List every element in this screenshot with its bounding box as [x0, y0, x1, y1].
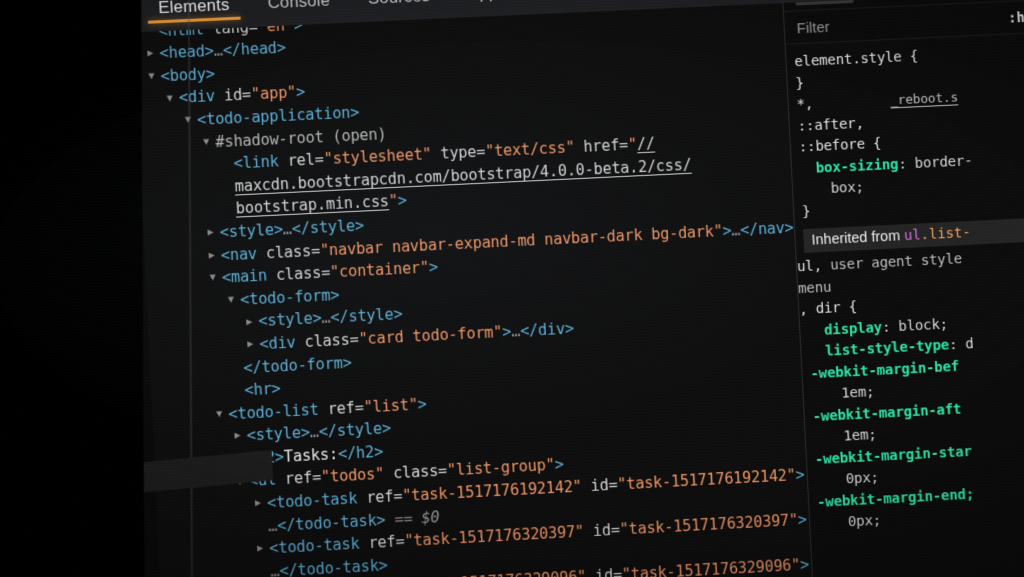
hover-state-toggle[interactable]: :hov: [1008, 9, 1024, 26]
expand-triangle-icon[interactable]: [147, 43, 160, 66]
collapse-triangle-icon[interactable]: [148, 65, 161, 88]
monitor-screen: U ElementsConsoleSourcesApplicationNetwo…: [0, 0, 1024, 577]
no-twisty-icon: [258, 572, 270, 573]
collapse-triangle-icon[interactable]: [209, 267, 222, 290]
collapse-triangle-icon[interactable]: [184, 109, 197, 132]
styles-filter-input[interactable]: Filter: [796, 11, 1001, 36]
photo-dark-bezel: [0, 0, 145, 577]
collapse-triangle-icon[interactable]: [203, 131, 216, 154]
dom-node-markup: <head>…</head>: [159, 38, 287, 63]
styles-tab-computed[interactable]: Computed: [858, 0, 945, 2]
no-twisty-icon: [256, 526, 268, 527]
no-twisty-icon: [223, 187, 235, 188]
no-twisty-icon: [232, 391, 244, 392]
screenshot-stage: U ElementsConsoleSourcesApplicationNetwo…: [0, 0, 1024, 577]
expand-triangle-icon[interactable]: [208, 244, 221, 267]
dom-node-markup: </todo-form>: [242, 353, 353, 377]
dom-node-markup: <hr>: [244, 379, 282, 400]
dom-node-markup: <div id="app">: [178, 83, 306, 108]
expand-triangle-icon[interactable]: [246, 311, 259, 334]
inherited-label: Inherited from: [811, 228, 901, 249]
expand-triangle-icon[interactable]: [254, 492, 267, 515]
dom-tree[interactable]: <!DOCTYPE html><html lang="en"><head>…</…: [132, 0, 827, 577]
elements-dom-pane[interactable]: <!DOCTYPE html><html lang="en"><head>…</…: [131, 0, 827, 577]
collapse-triangle-icon[interactable]: [166, 87, 179, 110]
collapse-triangle-icon[interactable]: [216, 403, 229, 426]
css-rules-list[interactable]: element.style { } *, _reboot.s ::after, :…: [786, 31, 1024, 536]
css-source-link[interactable]: _reboot.s: [813, 90, 958, 112]
dom-node-markup: …</todo-task>: [269, 556, 389, 577]
expand-triangle-icon[interactable]: [257, 538, 270, 561]
styles-sidebar[interactable]: StylesComputedE Filter :hov .cls element…: [780, 0, 1024, 577]
dom-node-markup: <todo-form>: [239, 285, 340, 309]
inherited-tag[interactable]: ul: [904, 227, 921, 244]
expand-triangle-icon[interactable]: [207, 222, 220, 245]
expand-triangle-icon[interactable]: [247, 333, 260, 356]
no-twisty-icon: [224, 209, 236, 210]
inherited-class[interactable]: .list-: [920, 225, 971, 243]
no-twisty-icon: [221, 164, 233, 165]
no-twisty-icon: [231, 368, 243, 369]
expand-triangle-icon[interactable]: [234, 425, 247, 448]
tab-elements[interactable]: Elements: [138, 0, 249, 30]
collapse-triangle-icon[interactable]: [227, 289, 240, 312]
